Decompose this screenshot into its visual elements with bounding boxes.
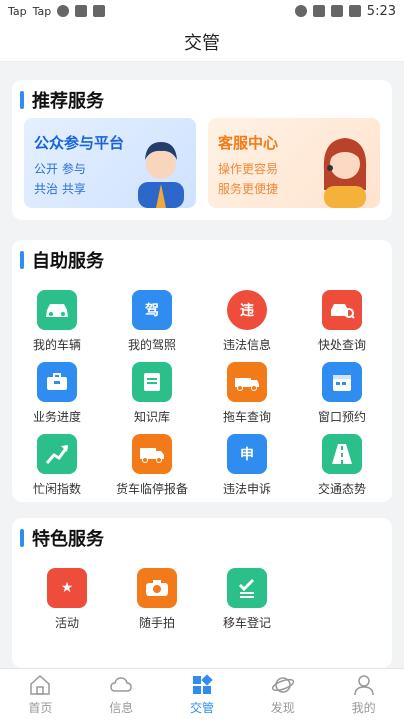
section-marker xyxy=(20,91,24,109)
item-label: 货车临停报备 xyxy=(115,482,188,496)
app-icon xyxy=(93,5,106,17)
item-label: 知识库 xyxy=(133,410,170,424)
item-label: 窗口预约 xyxy=(317,410,366,424)
item-label: 拖车查询 xyxy=(222,410,271,424)
road-icon xyxy=(322,434,362,474)
section-marker xyxy=(20,251,24,269)
recommended-services-card: 推荐服务 公众参与平台 公开 参与 共治 共享 客服中心 操作更容易 服务更便捷 xyxy=(12,80,392,220)
business-progress-item[interactable]: 业务进度 xyxy=(12,362,102,434)
grid-icon xyxy=(192,674,213,694)
customer-service-agent-icon xyxy=(323,138,367,208)
tab-label: 交管 xyxy=(189,701,214,715)
item-label: 活动 xyxy=(54,616,79,630)
busy-index-item[interactable]: 忙闲指数 xyxy=(12,434,102,506)
truck-parking-report-item[interactable]: 货车临停报备 xyxy=(107,434,197,506)
officer-avatar-icon xyxy=(138,142,184,208)
traffic-status-item[interactable]: 交通态势 xyxy=(297,434,387,506)
public-participation-banner[interactable]: 公众参与平台 公开 参与 共治 共享 xyxy=(24,118,196,208)
person-icon xyxy=(353,675,374,696)
status-app-label-2: Tap xyxy=(32,4,52,18)
tab-label: 发现 xyxy=(270,701,295,715)
item-label: 快处查询 xyxy=(317,338,366,352)
briefcase-icon xyxy=(37,362,77,402)
location-icon xyxy=(294,5,307,17)
customer-service-banner[interactable]: 客服中心 操作更容易 服务更便捷 xyxy=(208,118,380,208)
car-icon xyxy=(37,290,77,330)
item-label: 移车登记 xyxy=(222,616,271,630)
item-label: 违法申诉 xyxy=(222,482,271,496)
cloud-icon xyxy=(110,677,132,692)
banner-line2: 共治 共享 xyxy=(34,182,86,196)
tab-label: 我的 xyxy=(351,701,376,715)
snapshot-item[interactable]: 随手拍 xyxy=(112,568,202,640)
trend-icon xyxy=(37,434,77,474)
section-marker xyxy=(20,529,24,547)
wifi-icon xyxy=(312,5,325,17)
mail-icon xyxy=(75,5,88,17)
tab-discover[interactable]: 发现 xyxy=(242,669,323,720)
tow-truck-icon xyxy=(227,362,267,402)
book-icon xyxy=(132,362,172,402)
item-label: 交通态势 xyxy=(317,482,366,496)
checklist-icon xyxy=(227,568,267,608)
banner-title: 客服中心 xyxy=(218,134,279,152)
page-title: 交管 xyxy=(184,32,220,54)
banner-line2: 服务更便捷 xyxy=(218,182,279,196)
item-label: 随手拍 xyxy=(138,616,175,630)
item-label: 违法信息 xyxy=(222,338,271,352)
my-vehicle-item[interactable]: 我的车辆 xyxy=(12,290,102,362)
car-search-icon xyxy=(322,290,362,330)
quick-query-item[interactable]: 快处查询 xyxy=(297,290,387,362)
banner-title: 公众参与平台 xyxy=(34,134,125,152)
home-icon xyxy=(30,674,51,695)
self-service-section-title: 自助服务 xyxy=(12,246,392,274)
violation-icon: 违 xyxy=(227,290,267,330)
status-app-label-1: Tap xyxy=(8,4,27,18)
sync-icon xyxy=(57,5,70,17)
battery-icon xyxy=(348,5,361,17)
star-flag-icon: ★ xyxy=(47,568,87,608)
item-label: 我的驾照 xyxy=(127,338,176,352)
violation-appeal-item[interactable]: 申 违法申诉 xyxy=(202,434,292,506)
truck-icon xyxy=(132,434,172,474)
tab-mine[interactable]: 我的 xyxy=(323,669,404,720)
camera-icon xyxy=(137,568,177,608)
window-appointment-item[interactable]: 窗口预约 xyxy=(297,362,387,434)
banner-line1: 操作更容易 xyxy=(218,162,279,176)
tow-query-item[interactable]: 拖车查询 xyxy=(202,362,292,434)
tab-traffic-management[interactable]: 交管 xyxy=(162,669,243,720)
tab-label: 信息 xyxy=(109,701,134,715)
knowledge-base-item[interactable]: 知识库 xyxy=(107,362,197,434)
featured-services-card: 特色服务 ★ 活动 随手拍 移车登记 xyxy=(12,518,392,668)
item-label: 业务进度 xyxy=(32,410,81,424)
item-label: 我的车辆 xyxy=(32,338,81,352)
signal-icon xyxy=(330,5,343,17)
status-time: 5:23 xyxy=(366,3,396,19)
featured-section-title: 特色服务 xyxy=(12,524,392,552)
license-icon: 驾 xyxy=(132,290,172,330)
my-license-item[interactable]: 驾 我的驾照 xyxy=(107,290,197,362)
tab-home[interactable]: 首页 xyxy=(0,669,81,720)
calendar-icon xyxy=(322,362,362,402)
tab-info[interactable]: 信息 xyxy=(81,669,162,720)
move-car-register-item[interactable]: 移车登记 xyxy=(202,568,292,640)
violation-info-item[interactable]: 违 违法信息 xyxy=(202,290,292,362)
bottom-tab-bar: 首页 信息 交管 发现 我的 xyxy=(0,668,404,720)
self-service-card: 自助服务 我的车辆 驾 我的驾照 违 违法信息 快处查询 业务进度 知识库 拖车… xyxy=(12,240,392,502)
recommended-section-title: 推荐服务 xyxy=(12,86,392,114)
status-bar: Tap Tap 5:23 xyxy=(0,0,404,22)
banner-line1: 公开 参与 xyxy=(34,162,86,176)
activity-item[interactable]: ★ 活动 xyxy=(22,568,112,640)
planet-icon xyxy=(271,677,294,693)
page-header: 交管 xyxy=(0,22,404,62)
appeal-icon: 申 xyxy=(227,434,267,474)
tab-label: 首页 xyxy=(28,701,53,715)
item-label: 忙闲指数 xyxy=(32,482,81,496)
